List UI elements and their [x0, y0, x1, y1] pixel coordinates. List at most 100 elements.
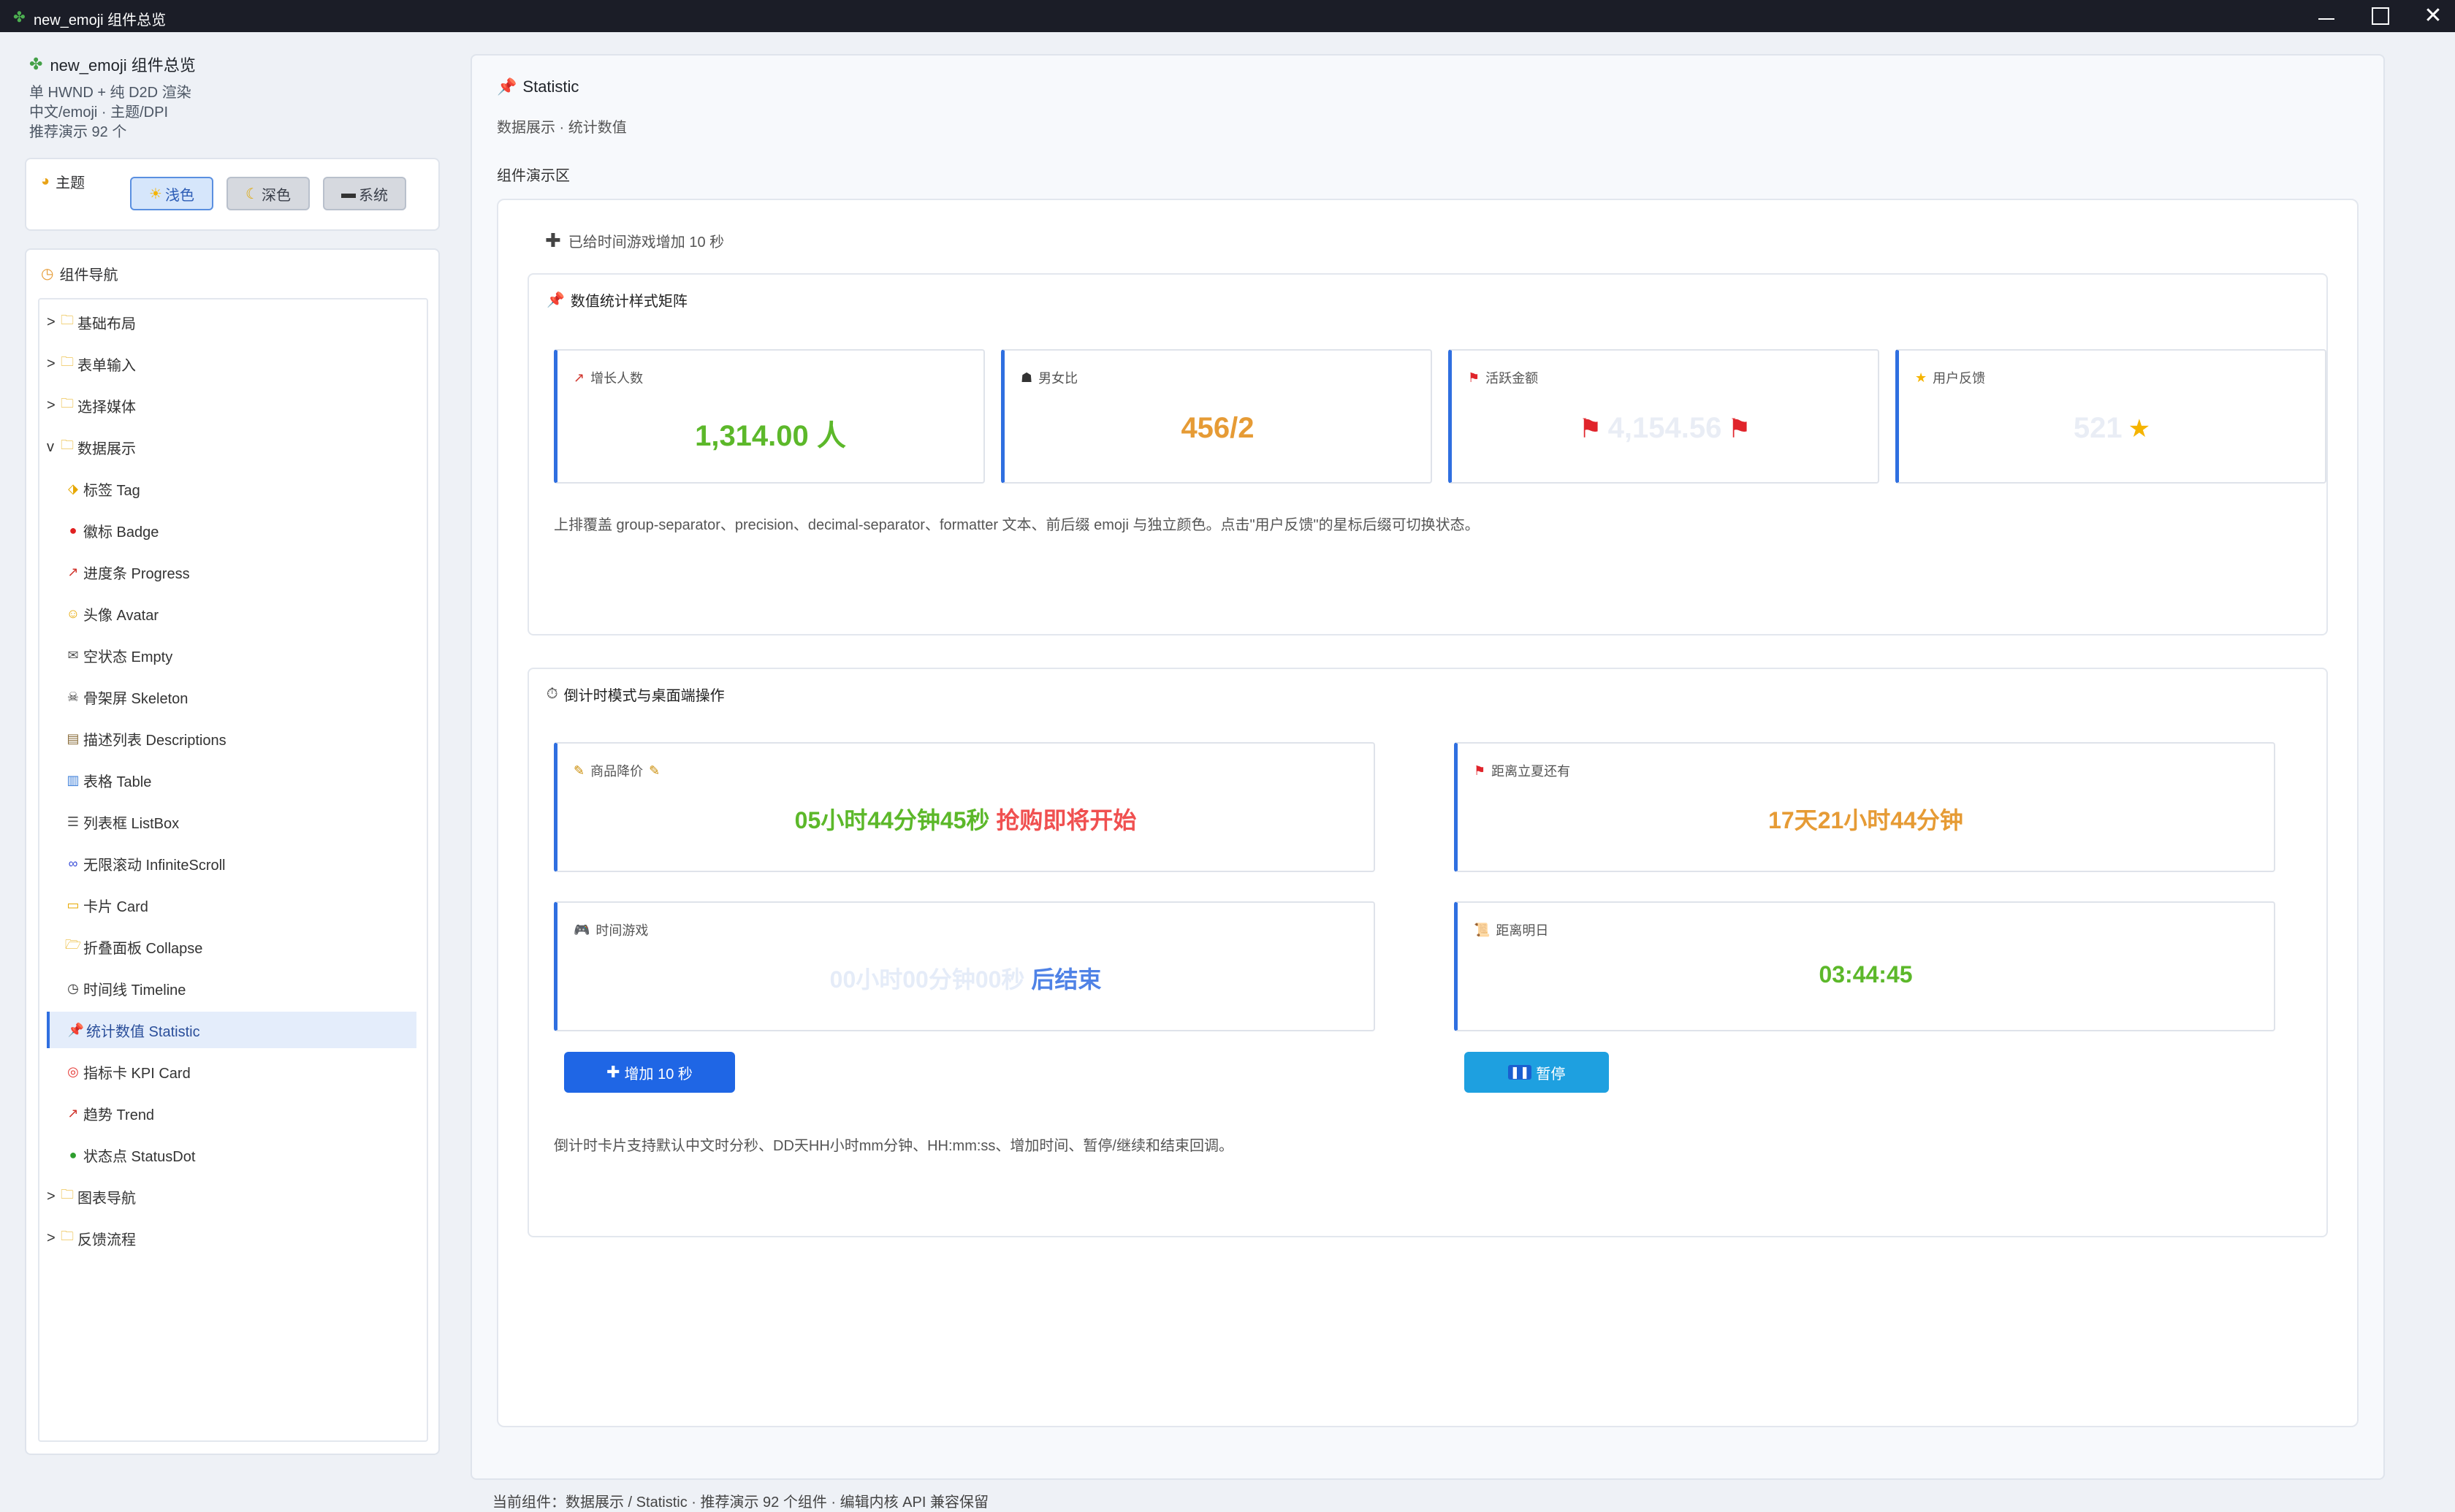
stat-card-feedback: ★ 用户反馈 521 ★	[1895, 349, 2326, 484]
moon-icon: ☾	[246, 186, 259, 202]
stat-value-row: ⚑ 4,154.56 ⚑	[1452, 412, 1878, 445]
nav-item-label: 徽标 Badge	[83, 524, 159, 541]
nav-item[interactable]: ∞ 无限滚动 InfiniteScroll	[47, 845, 416, 882]
nav-item[interactable]: ▥ 表格 Table	[47, 762, 416, 798]
nav-item-label: 时间线 Timeline	[83, 982, 186, 999]
countdown-section: ⏱ 倒计时模式与桌面端操作 ✎ 商品降价 ✎ 05小时44分钟45秒 抢购即将开始 …	[528, 668, 2328, 1237]
page-title: 📌 Statistic	[497, 77, 579, 96]
nav-item-label: 指标卡 KPI Card	[83, 1065, 191, 1082]
nav-item-label: 统计数值 Statistic	[86, 1023, 200, 1040]
target-icon: ◎	[67, 1064, 79, 1079]
nav-item[interactable]: ☠ 骨架屏 Skeleton	[47, 679, 416, 715]
nav-item[interactable]: ☺ 头像 Avatar	[47, 595, 416, 632]
info-line: 中文/emoji · 主题/DPI	[29, 104, 169, 121]
palette-icon: ◕	[41, 173, 50, 189]
list-icon: ☰	[66, 814, 80, 829]
stopwatch-icon: ⏱	[547, 686, 558, 702]
nav-item[interactable]: > 🗀 选择媒体	[47, 387, 416, 424]
star-suffix-toggle[interactable]: ★	[2128, 414, 2150, 443]
clover-icon: ✤	[29, 55, 43, 73]
nav-item[interactable]: ↗ 趋势 Trend	[47, 1095, 416, 1131]
pause-button[interactable]: ❚❚ 暂停	[1464, 1052, 1609, 1093]
red-circle-icon: ●	[69, 522, 77, 538]
mailbox-icon: ✉	[67, 647, 79, 663]
info-line: 推荐演示 92 个	[29, 124, 127, 140]
pause-icon: ❚❚	[1507, 1065, 1532, 1080]
theme-label: ◕ 主题	[41, 173, 85, 191]
plus-icon: ✚	[545, 229, 561, 251]
nav-item[interactable]: ☰ 列表框 ListBox	[47, 803, 416, 840]
red-flag-icon: ⚑	[1468, 370, 1480, 385]
nav-item-label: 描述列表 Descriptions	[83, 732, 227, 749]
nav-item[interactable]: > 🗀 图表导航	[47, 1178, 416, 1215]
statistic-matrix-section: 📌 数值统计样式矩阵 ↗ 增长人数 1,314.00 人 ☗ 男女比 456/2 ⚑…	[528, 273, 2328, 635]
title-bar: ✤ new_emoji 组件总览 ✕	[0, 0, 2455, 32]
open-folder-icon: 🗁	[64, 937, 82, 952]
nav-item[interactable]: 🗁 折叠面板 Collapse	[47, 928, 416, 965]
close-button[interactable]: ✕	[2398, 0, 2455, 32]
chart-up-icon: ↗	[67, 564, 79, 579]
star-icon: ★	[1915, 370, 1927, 385]
section-title: 📌 数值统计样式矩阵	[547, 292, 688, 310]
nav-item[interactable]: ↗ 进度条 Progress	[47, 554, 416, 590]
nav-item[interactable]: > 🗀 反馈流程	[47, 1220, 416, 1256]
folder-icon: 🗀	[61, 438, 74, 452]
section-description: 上排覆盖 group-separator、precision、decimal-s…	[554, 517, 1480, 533]
app-name: ✤ new_emoji 组件总览	[29, 55, 196, 75]
nav-item[interactable]: ◷ 时间线 Timeline	[47, 970, 416, 1007]
theme-system-button[interactable]: ▬ 系统	[323, 177, 406, 210]
red-flag-icon: ⚑	[1727, 413, 1751, 443]
nav-tree[interactable]: > 🗀 基础布局 > 🗀 表单输入 > 🗀 选择媒体 v 🗀 数据展示 ⬗ 标签 Tag ● 徽标 Badge…	[38, 298, 428, 1442]
nav-item[interactable]: ▭ 卡片 Card	[47, 887, 416, 923]
add-10s-button[interactable]: ✚ 增加 10 秒	[564, 1052, 735, 1093]
theme-dark-button[interactable]: ☾ 深色	[227, 177, 310, 210]
nav-item[interactable]: ⬗ 标签 Tag	[47, 470, 416, 507]
clock-icon: ◷	[41, 266, 54, 282]
nav-item-label: 空状态 Empty	[83, 649, 173, 665]
red-flag-icon: ⚑	[1578, 413, 1602, 443]
nav-item-label: 头像 Avatar	[83, 607, 159, 624]
nav-item[interactable]: ◎ 指标卡 KPI Card	[47, 1053, 416, 1090]
sun-icon: ☀	[149, 186, 162, 202]
nav-panel: ◷ 组件导航 > 🗀 基础布局 > 🗀 表单输入 > 🗀 选择媒体 v 🗀 数据展示 ⬗ 标签 Tag ● 徽…	[25, 248, 440, 1455]
pencil-icon: ✎	[574, 763, 585, 778]
countdown-value: 00小时00分钟00秒 后结束	[829, 966, 1102, 993]
stat-card-growth: ↗ 增长人数 1,314.00 人	[554, 349, 985, 484]
theme-light-button[interactable]: ☀ 浅色	[130, 177, 213, 210]
countdown-card-summer: ⚑ 距离立夏还有 17天21小时44分钟	[1454, 742, 2275, 872]
nav-item-label: 趋势 Trend	[83, 1107, 155, 1123]
nav-item-label: 骨架屏 Skeleton	[83, 690, 189, 707]
demo-area: ✚ 已给时间游戏增加 10 秒 📌 数值统计样式矩阵 ↗ 增长人数 1,314.0…	[497, 199, 2359, 1427]
stat-value: 521	[2073, 412, 2123, 444]
nav-item[interactable]: ✉ 空状态 Empty	[47, 637, 416, 673]
page-subtitle: 数据展示 · 统计数值	[497, 120, 627, 136]
nav-label: ◷ 组件导航	[41, 266, 118, 283]
collapsed-arrow-icon: >	[47, 355, 56, 372]
collapsed-arrow-icon: >	[47, 397, 56, 413]
laptop-icon: ▬	[341, 185, 356, 202]
smiley-icon: ☺	[66, 606, 80, 621]
nav-item[interactable]: ● 徽标 Badge	[47, 512, 416, 549]
section-title: ⏱ 倒计时模式与桌面端操作	[547, 686, 725, 704]
pushpin-icon: 📌	[547, 292, 565, 308]
app-header: ✤ new_emoji 组件总览 单 HWND + 纯 D2D 渲染 中文/em…	[29, 53, 438, 142]
nav-item-label: 图表导航	[77, 1190, 136, 1207]
nav-item[interactable]: > 🗀 基础布局	[47, 304, 416, 340]
nav-item-label: 反馈流程	[77, 1232, 136, 1248]
status-footer: 当前组件：数据展示 / Statistic · 推荐演示 92 个组件 · 编辑…	[492, 1494, 989, 1511]
pushpin-icon: 📌	[67, 1022, 85, 1037]
nav-item[interactable]: > 🗀 表单输入	[47, 345, 416, 382]
stat-card-amount: ⚑ 活跃金额 ⚑ 4,154.56 ⚑	[1448, 349, 1879, 484]
countdown-value: 05小时44分钟45秒 抢购即将开始	[794, 807, 1137, 833]
gamepad-icon: 🎮	[574, 922, 590, 937]
nav-item[interactable]: 📌 统计数值 Statistic	[47, 1012, 416, 1048]
nav-item[interactable]: v 🗀 数据展示	[47, 429, 416, 465]
nav-item[interactable]: ● 状态点 StatusDot	[47, 1137, 416, 1173]
pushpin-icon: 📌	[497, 77, 517, 96]
info-line: 单 HWND + 纯 D2D 渲染	[29, 85, 191, 101]
green-circle-icon: ●	[69, 1147, 77, 1162]
nav-item[interactable]: ▤ 描述列表 Descriptions	[47, 720, 416, 757]
nav-item-label: 无限滚动 InfiniteScroll	[83, 857, 226, 874]
nav-item-label: 基础布局	[77, 316, 136, 332]
nav-item-label: 折叠面板 Collapse	[83, 940, 203, 957]
